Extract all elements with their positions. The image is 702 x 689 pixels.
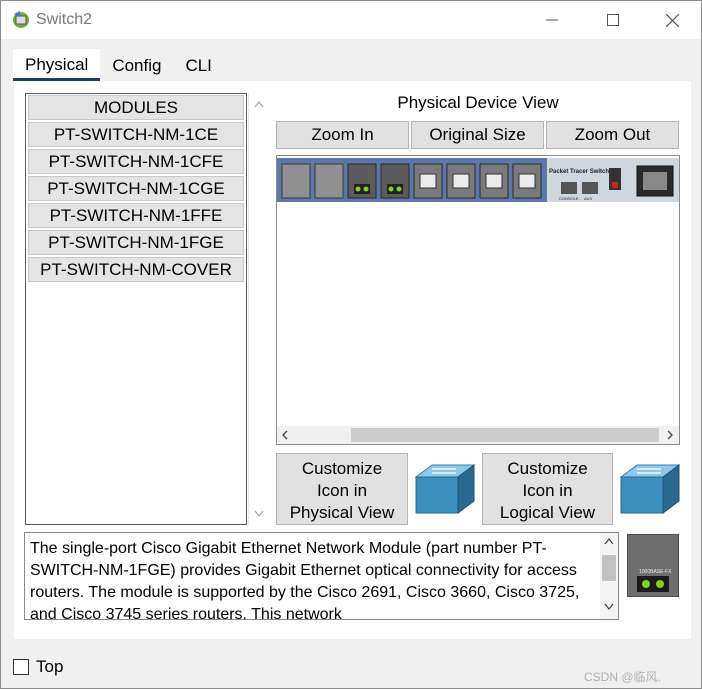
tab-config[interactable]: Config (100, 49, 174, 81)
scroll-down-icon[interactable] (249, 509, 269, 519)
module-item-1ffe[interactable]: PT-SWITCH-NM-1FFE (28, 203, 244, 228)
module-item-1cge[interactable]: PT-SWITCH-NM-1CGE (28, 176, 244, 201)
window-title: Switch2 (36, 11, 93, 28)
module-image-label: 1000BASE-FX (639, 569, 672, 575)
customize-physical-line1: Customize (301, 459, 383, 478)
scroll-up-icon[interactable] (249, 99, 269, 109)
customize-physical-line3: Physical View (289, 503, 395, 522)
description-scroll-thumb[interactable] (602, 555, 616, 581)
scroll-left-icon[interactable] (280, 430, 290, 440)
top-checkbox-box[interactable] (13, 659, 29, 675)
watermark: CSDN @临风. (584, 670, 661, 684)
customize-logical-line3: Logical View (499, 503, 596, 522)
zoom-in-button[interactable]: Zoom In (276, 121, 409, 149)
customize-physical-icon-button[interactable]: Customize Icon in Physical View (276, 453, 408, 525)
modules-scrollbar[interactable] (248, 93, 268, 525)
maximize-button[interactable] (590, 1, 636, 39)
tab-physical[interactable]: Physical (13, 49, 101, 81)
customize-physical-line2: Icon in (316, 481, 368, 500)
minimize-button[interactable] (529, 1, 575, 39)
module-description-text: The single-port Cisco Gigabit Ethernet N… (30, 540, 580, 620)
switch2-window: Switch2 Physical Config CLI MODULES PT-S… (0, 0, 702, 689)
modules-list: MODULES PT-SWITCH-NM-1CE PT-SWITCH-NM-1C… (25, 93, 247, 525)
scroll-up-icon[interactable] (604, 537, 614, 545)
device-view-hscrollbar[interactable] (277, 426, 679, 444)
switch-chassis-image (277, 158, 679, 202)
fiber-module-icon (626, 533, 680, 598)
module-description: The single-port Cisco Gigabit Ethernet N… (24, 532, 619, 620)
modules-header[interactable]: MODULES (28, 95, 244, 120)
minimize-icon (546, 19, 558, 21)
module-item-1ce[interactable]: PT-SWITCH-NM-1CE (28, 122, 244, 147)
module-image: 1000BASE-FX (626, 533, 680, 598)
aux-label: AUX (584, 196, 593, 201)
close-icon (665, 13, 679, 27)
close-button[interactable] (649, 1, 695, 39)
scroll-down-icon[interactable] (604, 603, 614, 611)
module-item-cover[interactable]: PT-SWITCH-NM-COVER (28, 257, 244, 282)
module-item-1cfe[interactable]: PT-SWITCH-NM-1CFE (28, 149, 244, 174)
console-label: CONSOLE (559, 196, 579, 201)
customize-logical-line1: Customize (507, 459, 588, 478)
zoom-out-button[interactable]: Zoom Out (546, 121, 679, 149)
device-view-canvas: Packet Tracer Switch CONSOLE AUX (276, 155, 680, 445)
description-scrollbar[interactable] (600, 533, 618, 619)
tab-cli[interactable]: CLI (173, 49, 224, 81)
title-bar: Switch2 (1, 1, 701, 39)
customize-logical-line2: Icon in (522, 481, 573, 500)
switch-physical-icon (414, 464, 476, 514)
scroll-right-icon[interactable] (665, 430, 675, 440)
hscroll-thumb[interactable] (351, 428, 659, 442)
tab-bar: Physical Config CLI (13, 49, 224, 81)
maximize-icon (607, 14, 619, 26)
device-label: Packet Tracer Switch (549, 169, 610, 175)
top-checkbox-label: Top (36, 657, 64, 676)
physical-device-view-title: Physical Device View (397, 93, 559, 112)
original-size-button[interactable]: Original Size (411, 121, 544, 149)
customize-logical-icon-button[interactable]: Customize Icon in Logical View (482, 453, 613, 525)
module-item-1fge[interactable]: PT-SWITCH-NM-1FGE (28, 230, 244, 255)
switch-app-icon (13, 11, 29, 28)
top-checkbox[interactable]: Top (13, 657, 63, 677)
switch-logical-icon (619, 464, 681, 514)
